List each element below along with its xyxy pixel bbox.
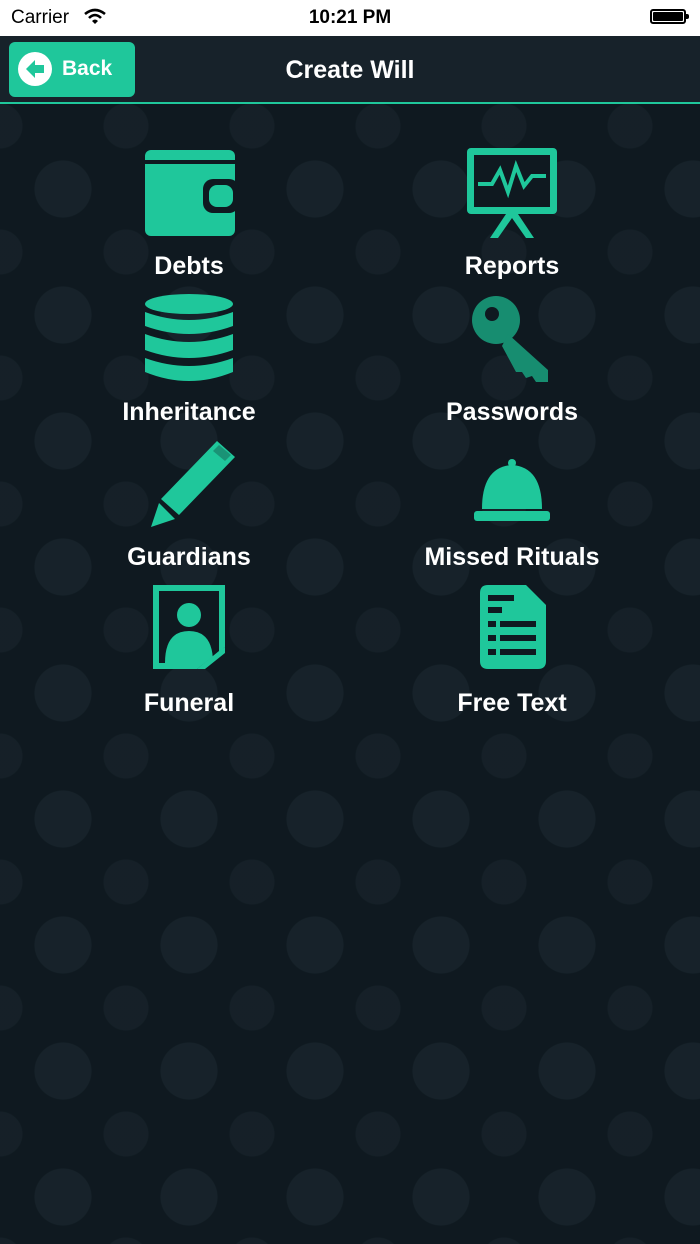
menu-item-funeral[interactable]: Funeral: [29, 583, 349, 723]
menu-label: Inheritance: [122, 398, 256, 426]
menu-item-debts[interactable]: Debts: [29, 146, 349, 286]
status-bar: Carrier 10:21 PM: [0, 0, 700, 36]
menu-item-reports[interactable]: Reports: [352, 146, 672, 286]
document-list-icon: [462, 583, 562, 683]
menu-item-passwords[interactable]: Passwords: [352, 292, 672, 432]
battery-icon: [650, 9, 689, 24]
menu-label: Guardians: [127, 543, 251, 571]
menu-label: Passwords: [445, 398, 578, 426]
menu-label: Debts: [154, 252, 224, 280]
wallet-icon: [139, 146, 239, 246]
key-icon: [462, 292, 562, 392]
chart-board-icon: [462, 146, 562, 246]
menu-label: Missed Rituals: [424, 543, 600, 571]
menu-label: Funeral: [143, 689, 235, 717]
menu-item-missed-rituals[interactable]: Missed Rituals: [352, 437, 672, 577]
screen: Carrier 10:21 PM Back Create Will Debts …: [0, 0, 700, 1244]
navigation-bar: Back Create Will: [0, 36, 700, 104]
bell-icon: [462, 437, 562, 537]
menu-item-inheritance[interactable]: Inheritance: [29, 292, 349, 432]
menu-item-free-text[interactable]: Free Text: [352, 583, 672, 723]
pencil-icon: [139, 437, 239, 537]
page-title: Create Will: [285, 56, 415, 84]
menu-item-guardians[interactable]: Guardians: [29, 437, 349, 577]
menu-label: Reports: [464, 252, 560, 280]
portrait-icon: [139, 583, 239, 683]
clock: 10:21 PM: [308, 7, 392, 28]
menu-label: Free Text: [457, 689, 567, 717]
database-icon: [139, 292, 239, 392]
